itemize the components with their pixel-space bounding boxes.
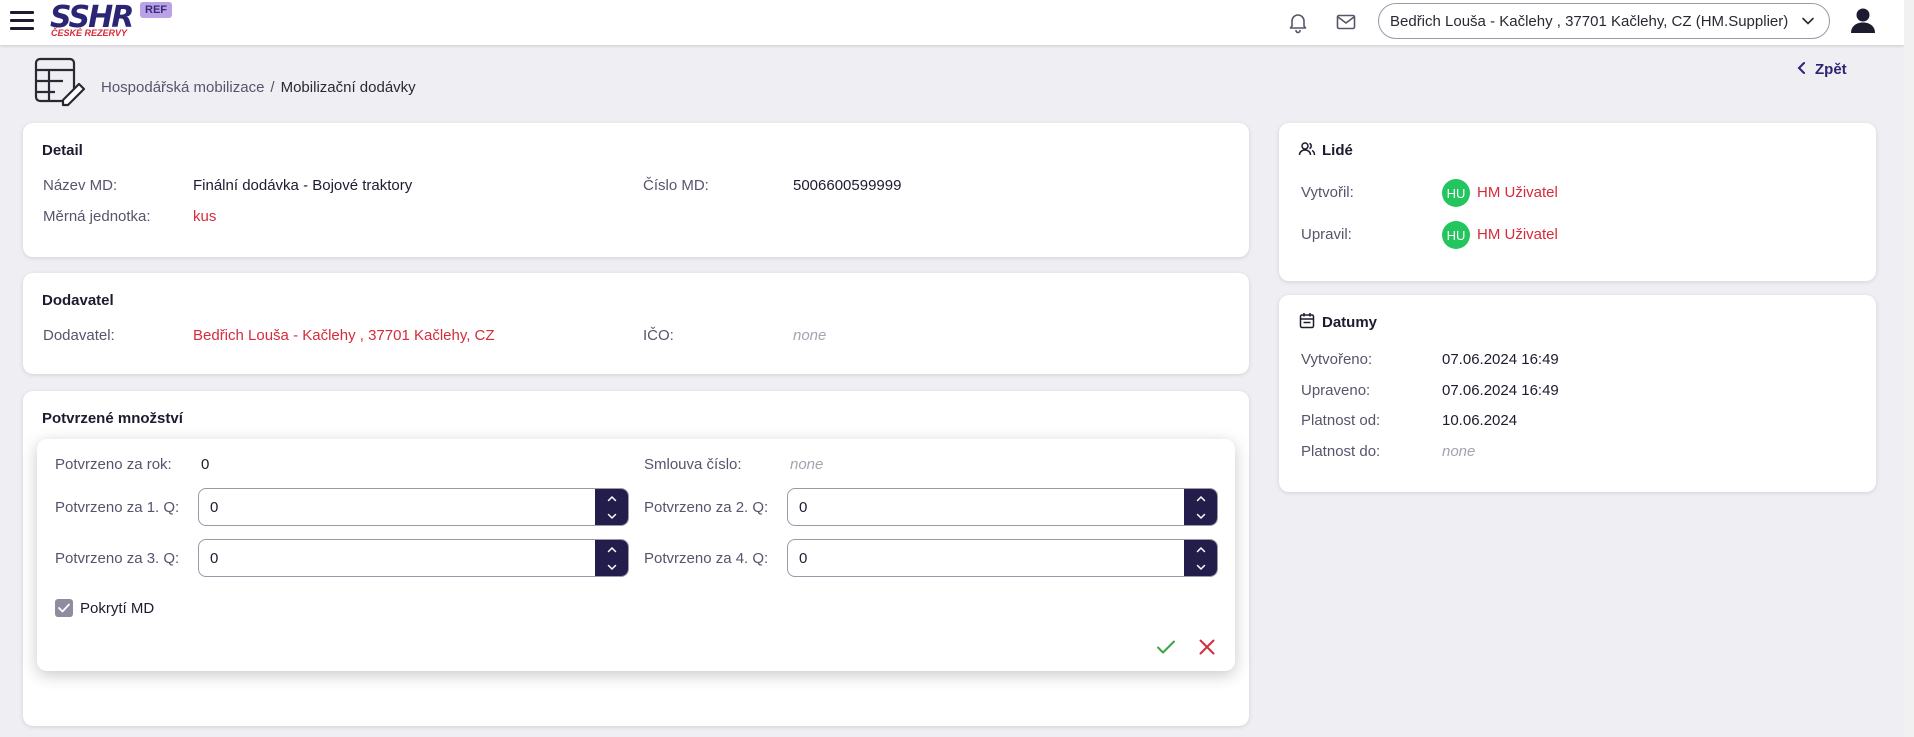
people-card: Lidé Vytvořil: HU HM Uživatel Upravil: H… (1279, 123, 1876, 281)
q3-label: Potvrzeno za 3. Q: (55, 550, 180, 567)
q2-field[interactable] (788, 489, 1184, 525)
modified-by-label: Upravil: (1301, 226, 1352, 243)
created-by-label: Vytvořil: (1301, 184, 1354, 201)
bell-icon[interactable] (1286, 10, 1310, 34)
avatar: HU (1442, 179, 1470, 207)
q1-stepper (595, 489, 628, 525)
coverage-label[interactable]: Pokrytí MD (80, 600, 154, 617)
valid-from-value: 10.06.2024 (1442, 412, 1518, 429)
valid-from-label: Platnost od: (1301, 412, 1381, 429)
md-number-label: Číslo MD: (643, 177, 709, 194)
supplier-card: Dodavatel Dodavatel: Bedřich Louša - Kač… (23, 273, 1249, 374)
q1-increment-button[interactable] (595, 489, 628, 507)
quantities-card: Potvrzené množství Potvrzeno za rok: 0 S… (23, 391, 1249, 726)
q4-decrement-button[interactable] (1184, 558, 1217, 576)
top-bar: SSHR ČESKÉ REZERVY REF Bedřich Louša - K… (0, 0, 1904, 45)
q2-decrement-button[interactable] (1184, 507, 1217, 525)
q1-decrement-button[interactable] (595, 507, 628, 525)
q4-label: Potvrzeno za 4. Q: (644, 550, 769, 567)
breadcrumb: Hospodářská mobilizace / Mobilizační dodáv… (101, 79, 416, 96)
q2-label: Potvrzeno za 2. Q: (644, 499, 769, 516)
supplier-label: Dodavatel: (43, 327, 115, 344)
q2-increment-button[interactable] (1184, 489, 1217, 507)
breadcrumb-current: Mobilizační dodávky (280, 79, 416, 96)
q4-stepper (1184, 540, 1217, 576)
ico-label: IČO: (643, 327, 674, 344)
year-label: Potvrzeno za rok: (55, 456, 172, 473)
created-label: Vytvořeno: (1301, 351, 1373, 368)
supplier-select-value: Bedřich Louša - Kačlehy , 37701 Kačlehy,… (1390, 12, 1789, 30)
md-name-value: Finální dodávka - Bojové traktory (193, 177, 413, 194)
modified-by-link[interactable]: HM Uživatel (1477, 226, 1558, 243)
contract-label: Smlouva číslo: (644, 456, 742, 473)
env-badge: REF (140, 2, 172, 18)
save-button[interactable] (1154, 635, 1178, 659)
md-number-value: 5006600599999 (793, 177, 902, 194)
q3-field[interactable] (199, 540, 595, 576)
chevron-down-icon (1802, 17, 1814, 25)
chevron-up-icon (607, 495, 616, 501)
q3-input[interactable] (198, 539, 629, 577)
year-value: 0 (201, 456, 210, 473)
avatar: HU (1442, 221, 1470, 249)
quantities-title: Potvrzené množství (42, 410, 183, 427)
q1-label: Potvrzeno za 1. Q: (55, 499, 180, 516)
check-icon (58, 603, 70, 613)
chevron-left-icon (1797, 62, 1805, 74)
q3-decrement-button[interactable] (595, 558, 628, 576)
q2-input[interactable] (787, 488, 1218, 526)
q3-increment-button[interactable] (595, 540, 628, 558)
created-by-link[interactable]: HM Uživatel (1477, 184, 1558, 201)
supplier-link[interactable]: Bedřich Louša - Kačlehy , 37701 Kačlehy,… (193, 327, 495, 344)
people-title: Lidé (1322, 142, 1353, 159)
ico-value: none (793, 327, 827, 344)
q1-field[interactable] (199, 489, 595, 525)
logo-subtitle: ČESKÉ REZERVY (51, 28, 128, 38)
q2-stepper (1184, 489, 1217, 525)
q1-input[interactable] (198, 488, 629, 526)
contract-value: none (790, 456, 824, 473)
supplier-select[interactable]: Bedřich Louša - Kačlehy , 37701 Kačlehy,… (1378, 3, 1830, 39)
q4-field[interactable] (788, 540, 1184, 576)
supplier-title: Dodavatel (42, 292, 114, 309)
chevron-down-icon (607, 564, 616, 570)
q3-stepper (595, 540, 628, 576)
user-icon[interactable] (1848, 5, 1878, 35)
chevron-down-icon (607, 513, 616, 519)
cancel-button[interactable] (1195, 635, 1219, 659)
quantities-edit-panel: Potvrzeno za rok: 0 Smlouva číslo: none … (37, 439, 1235, 671)
breadcrumb-separator: / (270, 79, 275, 96)
mail-icon[interactable] (1334, 10, 1358, 34)
unit-link[interactable]: kus (193, 208, 216, 225)
md-name-label: Název MD: (43, 177, 118, 194)
q4-increment-button[interactable] (1184, 540, 1217, 558)
unit-label: Měrná jednotka: (43, 208, 151, 225)
q4-input[interactable] (787, 539, 1218, 577)
breadcrumb-parent[interactable]: Hospodářská mobilizace (101, 79, 264, 96)
people-icon (1298, 142, 1316, 156)
chevron-up-icon (607, 546, 616, 552)
chevron-up-icon (1196, 546, 1205, 552)
calendar-icon (1299, 313, 1315, 329)
dates-title: Datumy (1322, 314, 1378, 331)
table-edit-icon (34, 57, 86, 107)
chevron-down-icon (1196, 513, 1205, 519)
chevron-down-icon (1196, 564, 1205, 570)
modified-value: 07.06.2024 16:49 (1442, 382, 1559, 399)
back-label: Zpět (1815, 61, 1847, 78)
dates-card: Datumy Vytvořeno: 07.06.2024 16:49 Uprav… (1279, 295, 1876, 492)
back-button[interactable]: Zpět (1797, 61, 1847, 78)
valid-to-label: Platnost do: (1301, 443, 1381, 460)
coverage-checkbox[interactable] (55, 599, 73, 617)
created-value: 07.06.2024 16:49 (1442, 351, 1559, 368)
logo[interactable]: SSHR ČESKÉ REZERVY (50, 0, 140, 42)
scrollbar[interactable] (1904, 0, 1914, 737)
modified-label: Upraveno: (1301, 382, 1371, 399)
chevron-up-icon (1196, 495, 1205, 501)
valid-to-value: none (1442, 443, 1476, 460)
menu-icon[interactable] (10, 11, 34, 31)
detail-title: Detail (42, 142, 83, 159)
detail-card: Detail Název MD: Finální dodávka - Bojov… (23, 123, 1249, 257)
